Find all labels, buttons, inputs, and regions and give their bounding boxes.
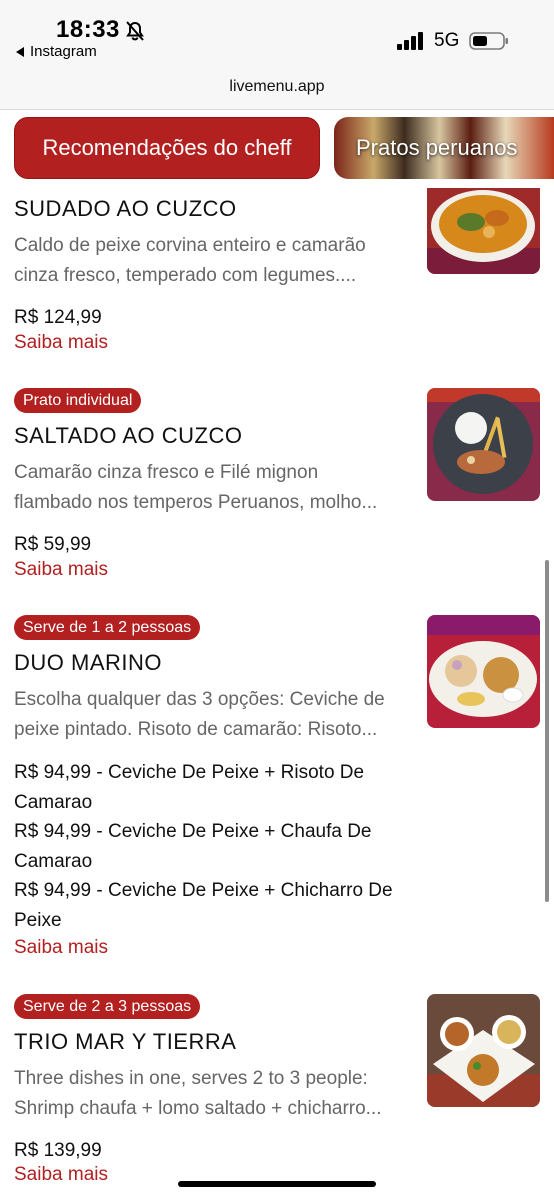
learn-more-link[interactable]: Saiba mais (14, 937, 108, 959)
battery-icon (469, 32, 508, 50)
status-time: 18:33 (56, 16, 120, 43)
page-scrollbar[interactable] (545, 560, 549, 902)
serving-badge: Serve de 2 a 3 pessoas (14, 994, 201, 1019)
item-description: Camarão cinza fresco e Filé mignon flamba… (14, 462, 378, 513)
learn-more-link[interactable]: Saiba mais (14, 559, 108, 581)
item-price-option-2: R$ 94,99 - Ceviche De Peixe + Chaufa De … (14, 821, 372, 872)
item-name: TRIO MAR Y TIERRA (14, 1029, 237, 1054)
item-description: Three dishes in one, serves 2 to 3 peopl… (14, 1068, 382, 1119)
dish-photo[interactable] (427, 188, 540, 274)
item-price-option-1: R$ 94,99 - Ceviche De Peixe + Risoto De … (14, 762, 365, 813)
back-arrow-icon (16, 47, 24, 58)
item-price: R$ 139,99 (14, 1140, 102, 1161)
serving-badge: Prato individual (14, 388, 142, 413)
dish-photo[interactable] (427, 615, 540, 728)
browser-top-bar: 18:33 Instagram 5G livemenu.app (0, 0, 554, 110)
item-price-option-3: R$ 94,99 - Ceviche De Peixe + Chicharro … (14, 880, 393, 931)
item-price: R$ 124,99 (14, 307, 102, 328)
item-description: Caldo de peixe corvina enteiro e camarão… (14, 235, 366, 286)
signal-icon (397, 32, 423, 50)
back-app-label: Instagram (30, 43, 97, 60)
dish-photo[interactable] (427, 994, 540, 1107)
network-type: 5G (434, 30, 460, 51)
item-name: SALTADO AO CUZCO (14, 423, 243, 448)
url-bar[interactable]: livemenu.app (0, 78, 554, 96)
learn-more-link[interactable]: Saiba mais (14, 1164, 108, 1186)
item-price: R$ 59,99 (14, 534, 92, 555)
tab-peruvian-dishes-label: Pratos peruanos (356, 135, 518, 160)
home-indicator[interactable] (178, 1181, 376, 1187)
serving-badge: Serve de 1 a 2 pessoas (14, 615, 201, 640)
item-name: SUDADO AO CUZCO (14, 196, 237, 221)
item-name: DUO MARINO (14, 650, 162, 675)
back-to-app-link[interactable]: Instagram (16, 43, 97, 60)
tab-chef-recommendations[interactable]: Recomendações do cheff (14, 117, 320, 179)
learn-more-link[interactable]: Saiba mais (14, 332, 108, 354)
tab-peruvian-dishes[interactable]: Pratos peruanos (334, 117, 554, 179)
bell-slash-icon (126, 21, 144, 41)
item-description: Escolha qualquer das 3 opções: Ceviche d… (14, 689, 385, 740)
dish-photo[interactable] (427, 388, 540, 501)
